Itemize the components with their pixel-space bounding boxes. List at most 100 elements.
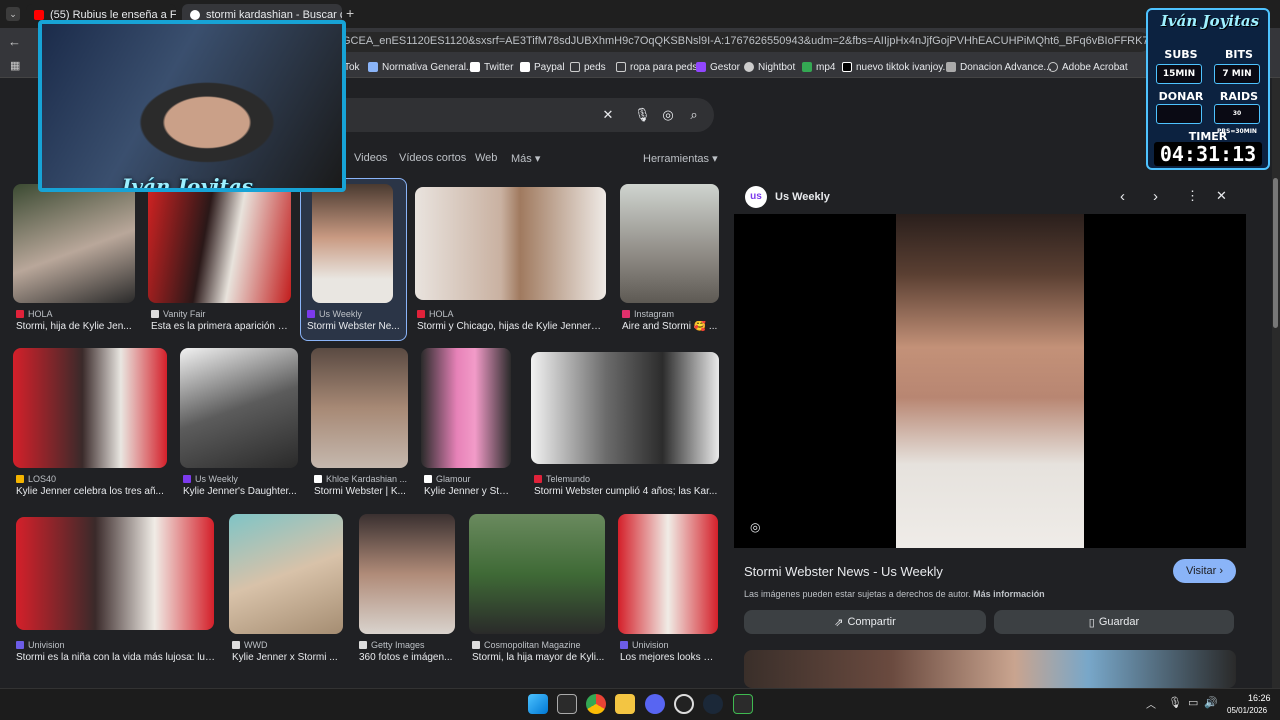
widget-logo: Iván Joyitas — [1160, 12, 1260, 30]
result-source: Telemundo — [534, 474, 718, 484]
filter-videos[interactable]: Videos — [354, 152, 387, 164]
microphone-tray-icon[interactable]: 🎙 — [1168, 696, 1182, 709]
lens-icon[interactable]: ◎ — [661, 108, 675, 122]
result-image[interactable] — [620, 184, 719, 303]
preview-photo — [896, 214, 1084, 548]
scrollbar-thumb[interactable] — [1273, 178, 1278, 328]
bookmark-nightbot[interactable]: Nightbot — [744, 59, 795, 75]
network-icon[interactable]: ▭ — [1188, 696, 1198, 709]
result-title[interactable]: Stormi, hija de Kylie Jen... — [16, 321, 136, 332]
lens-icon[interactable]: ◎ — [750, 520, 760, 534]
discord-icon[interactable] — [645, 694, 665, 714]
result-title[interactable]: Stormi y Chicago, hijas de Kylie Jenner … — [417, 321, 602, 332]
result-source: Us Weekly — [183, 474, 298, 484]
visit-button[interactable]: Visitar › — [1173, 559, 1236, 583]
preview-image[interactable]: ◎ — [734, 214, 1246, 548]
result-title[interactable]: Stormi Webster | K... — [314, 486, 408, 497]
x-icon — [470, 62, 480, 72]
bookmark-tok[interactable]: Tok — [344, 59, 360, 75]
result-image[interactable] — [618, 514, 718, 634]
result-title[interactable]: Kylie Jenner's Daughter... — [183, 486, 298, 497]
search-icon[interactable]: ⌕ — [687, 108, 701, 122]
raids-label: RAIDS — [1219, 90, 1259, 103]
result-image[interactable] — [469, 514, 605, 634]
tools-button[interactable]: Herramientas ▾ — [643, 152, 718, 165]
clear-icon[interactable]: ✕ — [601, 108, 615, 122]
store-icon[interactable] — [557, 694, 577, 714]
panel-source[interactable]: Us Weekly — [775, 191, 830, 203]
filter-more[interactable]: Más ▾ — [511, 152, 540, 165]
result-image[interactable] — [148, 184, 291, 303]
bookmark-donacion[interactable]: Donacion Advance... — [946, 59, 1052, 75]
univision-icon — [620, 641, 628, 649]
google-icon — [190, 10, 200, 20]
tray-chevron-icon[interactable]: ︿ — [1146, 696, 1156, 711]
result-image[interactable] — [311, 348, 408, 468]
result-title[interactable]: Kylie Jenner x Stormi ... — [232, 652, 344, 663]
bookmark-peds[interactable]: peds — [570, 59, 606, 75]
result-title[interactable]: Kylie Jenner celebra los tres añ... — [16, 486, 166, 497]
bookmark-mp4[interactable]: mp4 — [802, 59, 835, 75]
result-source: Univision — [16, 640, 216, 650]
result-image[interactable] — [229, 514, 343, 634]
result-source: Khloe Kardashian ... — [314, 474, 408, 484]
result-image[interactable] — [13, 184, 135, 303]
apps-icon[interactable]: ▦ — [10, 60, 22, 72]
more-info-link[interactable]: Más información — [973, 589, 1045, 599]
tab-search-icon[interactable]: ⌄ — [6, 7, 20, 21]
microphone-icon[interactable]: 🎙 — [634, 108, 651, 122]
more-options-icon[interactable]: ⋮ — [1186, 188, 1199, 204]
result-title[interactable]: Stormi Webster Ne... — [307, 321, 403, 332]
result-image[interactable] — [359, 514, 455, 634]
result-title[interactable]: Stormi es la niña con la vida más lujosa… — [16, 652, 216, 663]
bookmark-normativa[interactable]: Normativa General... — [368, 59, 474, 75]
bookmark-twitter[interactable]: Twitter — [470, 59, 513, 75]
new-tab-button[interactable]: + — [346, 5, 354, 21]
terminal-icon[interactable] — [733, 694, 753, 714]
filter-short-videos[interactable]: Vídeos cortos — [399, 152, 466, 164]
obs-icon[interactable] — [674, 694, 694, 714]
result-image[interactable] — [13, 348, 167, 468]
close-icon[interactable]: ✕ — [1216, 188, 1227, 204]
filter-web[interactable]: Web — [475, 152, 497, 164]
result-image[interactable] — [16, 517, 214, 630]
clock-time[interactable]: 16:26 — [1248, 693, 1271, 703]
result-title[interactable]: Esta es la primera aparición d... — [151, 321, 291, 332]
bookmark-ropa-para-peds[interactable]: ropa para peds — [616, 59, 697, 75]
panel-title[interactable]: Stormi Webster News - Us Weekly — [744, 564, 943, 579]
address-bar[interactable]: GCEA_enES1120ES1120&sxsrf=AE3TifM78sdJUB… — [330, 32, 1150, 52]
bookmark-paypal[interactable]: Paypal — [520, 59, 565, 75]
volume-icon[interactable]: 🔊 — [1204, 696, 1218, 709]
getty-icon — [359, 641, 367, 649]
result-title[interactable]: Stormi Webster cumplió 4 años; las Kar..… — [534, 486, 718, 497]
share-button[interactable]: ⇗ Compartir — [744, 610, 986, 634]
result-image[interactable] — [180, 348, 298, 468]
scrollbar[interactable] — [1272, 78, 1280, 688]
wwd-icon — [232, 641, 240, 649]
result-title[interactable]: Kylie Jenner y Stor... — [424, 486, 514, 497]
related-images[interactable] — [744, 650, 1236, 688]
us-weekly-icon — [183, 475, 191, 483]
bookmark-tiktok[interactable]: nuevo tiktok ivanjoy... — [842, 59, 951, 75]
bookmark-gestor[interactable]: Gestor — [696, 59, 740, 75]
steam-icon[interactable] — [703, 694, 723, 714]
back-icon[interactable]: ← — [8, 34, 21, 49]
result-image[interactable] — [531, 352, 719, 464]
prev-icon[interactable]: ‹ — [1120, 188, 1125, 205]
result-image[interactable] — [312, 184, 393, 303]
clock-date[interactable]: 05/01/2026 — [1227, 706, 1267, 715]
bookmark-adobe[interactable]: Adobe Acrobat — [1048, 59, 1128, 75]
result-title[interactable]: 360 fotos e imágen... — [359, 652, 455, 663]
result-title[interactable]: Aire and Stormi 🥰 ... — [622, 321, 718, 332]
start-icon[interactable] — [528, 694, 548, 714]
file-explorer-icon[interactable] — [615, 694, 635, 714]
result-image[interactable] — [421, 348, 511, 468]
result-title[interactable]: Stormi, la hija mayor de Kyli... — [472, 652, 606, 663]
next-icon[interactable]: › — [1153, 188, 1158, 205]
save-button[interactable]: ▯ Guardar — [994, 610, 1234, 634]
result-image[interactable] — [415, 187, 606, 300]
timer-value: 04:31:13 — [1154, 142, 1262, 166]
result-source: Getty Images — [359, 640, 455, 650]
chrome-icon[interactable] — [586, 694, 606, 714]
result-title[interactable]: Los mejores looks d... — [620, 652, 716, 663]
